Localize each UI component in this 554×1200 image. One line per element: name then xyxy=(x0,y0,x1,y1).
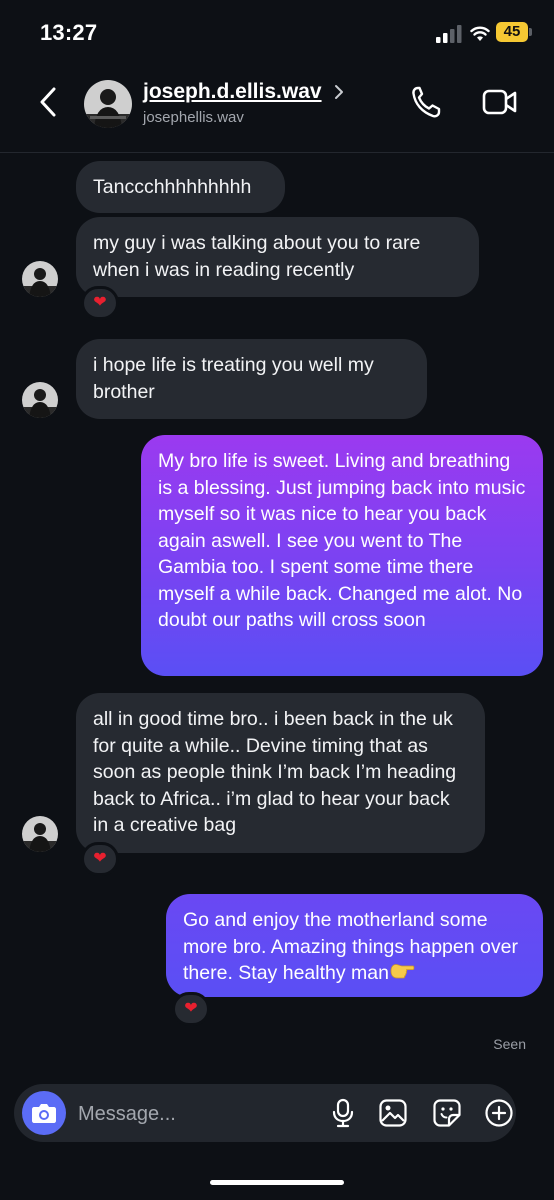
microphone-icon[interactable] xyxy=(328,1098,358,1128)
sticker-icon[interactable] xyxy=(432,1098,462,1128)
video-call-button[interactable] xyxy=(482,86,518,118)
sender-avatar[interactable] xyxy=(22,382,58,418)
wifi-icon xyxy=(470,26,490,41)
sent-message-text: Go and enjoy the motherland some more br… xyxy=(183,909,518,984)
heart-reaction-icon: ❤ xyxy=(93,294,107,311)
add-icon[interactable] xyxy=(484,1098,514,1128)
heart-reaction-icon: ❤ xyxy=(184,1000,198,1017)
contact-display-name[interactable]: joseph.d.ellis.wav xyxy=(143,80,322,104)
heart-reaction-icon: ❤ xyxy=(93,850,107,867)
received-message-bubble[interactable]: all in good time bro.. i been back in th… xyxy=(76,693,485,853)
chevron-right-icon[interactable] xyxy=(333,84,345,100)
contact-avatar[interactable] xyxy=(84,80,132,128)
received-message-bubble[interactable]: i hope life is treating you well my brot… xyxy=(76,339,427,419)
seen-receipt: Seen xyxy=(493,1036,526,1052)
sender-avatar[interactable] xyxy=(22,816,58,852)
gallery-icon[interactable] xyxy=(378,1098,408,1128)
pointing-hand-emoji-icon xyxy=(390,964,415,979)
avatar-photo-icon xyxy=(22,261,58,297)
contact-username: josephellis.wav xyxy=(143,109,244,126)
battery-level: 45 xyxy=(503,23,521,40)
avatar-photo-icon xyxy=(84,80,132,128)
battery-indicator: 45 xyxy=(496,22,532,42)
camera-button[interactable] xyxy=(22,1091,66,1135)
sent-message-bubble[interactable]: My bro life is sweet. Living and breathi… xyxy=(141,435,543,676)
audio-call-button[interactable] xyxy=(410,84,442,120)
message-input[interactable] xyxy=(76,1098,320,1130)
sent-message-bubble[interactable]: Go and enjoy the motherland some more br… xyxy=(166,894,543,997)
avatar-photo-icon xyxy=(22,816,58,852)
reaction-badge[interactable]: ❤ xyxy=(81,842,119,876)
chat-header: joseph.d.ellis.wav josephellis.wav xyxy=(0,66,554,153)
message-composer xyxy=(14,1084,516,1142)
status-bar: 13:27 45 xyxy=(0,0,554,66)
battery-tip xyxy=(529,28,532,36)
avatar-photo-icon xyxy=(22,382,58,418)
reaction-badge[interactable]: ❤ xyxy=(81,286,119,320)
sender-avatar[interactable] xyxy=(22,261,58,297)
reaction-badge[interactable]: ❤ xyxy=(172,992,210,1026)
back-button[interactable] xyxy=(34,84,64,120)
home-indicator xyxy=(210,1180,344,1185)
camera-icon xyxy=(32,1104,56,1123)
cellular-signal-icon xyxy=(436,25,462,43)
received-message-bubble[interactable]: Tanccchhhhhhhhh xyxy=(76,161,285,213)
status-time: 13:27 xyxy=(40,20,98,45)
received-message-bubble[interactable]: my guy i was talking about you to rare w… xyxy=(76,217,479,297)
